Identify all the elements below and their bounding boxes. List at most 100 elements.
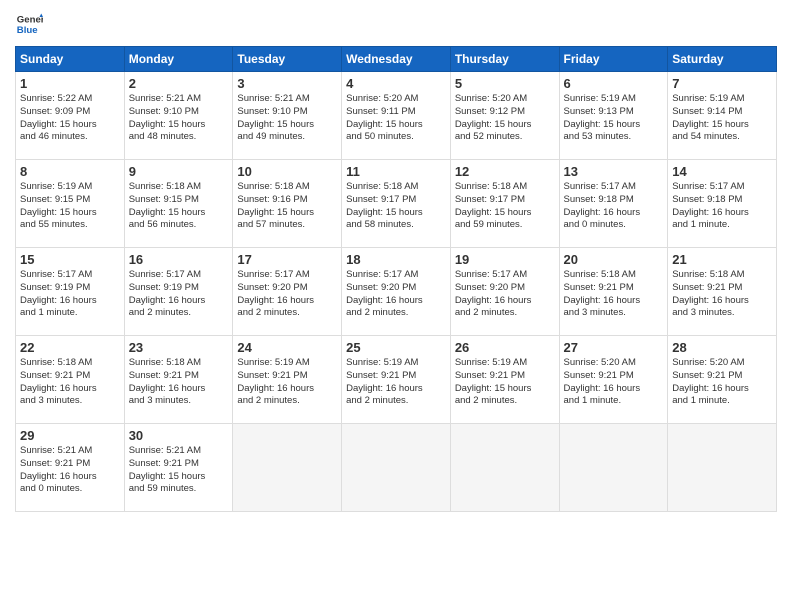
day-info: Sunrise: 5:18 AM Sunset: 9:21 PM Dayligh… [672,269,772,320]
day-number: 23 [129,340,229,355]
col-header-sunday: Sunday [16,47,125,72]
day-info: Sunrise: 5:18 AM Sunset: 9:17 PM Dayligh… [346,181,446,232]
day-number: 24 [237,340,337,355]
calendar-cell: 18 Sunrise: 5:17 AM Sunset: 9:20 PM Dayli… [342,248,451,336]
calendar-cell [342,424,451,512]
day-number: 22 [20,340,120,355]
day-number: 15 [20,252,120,267]
day-number: 17 [237,252,337,267]
calendar-cell: 21 Sunrise: 5:18 AM Sunset: 9:21 PM Dayli… [668,248,777,336]
day-info: Sunrise: 5:17 AM Sunset: 9:20 PM Dayligh… [237,269,337,320]
day-info: Sunrise: 5:20 AM Sunset: 9:11 PM Dayligh… [346,93,446,144]
day-number: 11 [346,164,446,179]
calendar-cell: 12 Sunrise: 5:18 AM Sunset: 9:17 PM Dayli… [450,160,559,248]
calendar-cell: 25 Sunrise: 5:19 AM Sunset: 9:21 PM Dayli… [342,336,451,424]
day-number: 14 [672,164,772,179]
day-info: Sunrise: 5:21 AM Sunset: 9:10 PM Dayligh… [237,93,337,144]
calendar-cell: 23 Sunrise: 5:18 AM Sunset: 9:21 PM Dayli… [124,336,233,424]
day-info: Sunrise: 5:17 AM Sunset: 9:18 PM Dayligh… [672,181,772,232]
calendar-cell: 9 Sunrise: 5:18 AM Sunset: 9:15 PM Daylig… [124,160,233,248]
calendar-cell: 5 Sunrise: 5:20 AM Sunset: 9:12 PM Daylig… [450,72,559,160]
day-number: 19 [455,252,555,267]
day-info: Sunrise: 5:19 AM Sunset: 9:21 PM Dayligh… [237,357,337,408]
day-number: 16 [129,252,229,267]
col-header-thursday: Thursday [450,47,559,72]
calendar-cell: 14 Sunrise: 5:17 AM Sunset: 9:18 PM Dayli… [668,160,777,248]
day-number: 29 [20,428,120,443]
day-info: Sunrise: 5:22 AM Sunset: 9:09 PM Dayligh… [20,93,120,144]
day-info: Sunrise: 5:18 AM Sunset: 9:17 PM Dayligh… [455,181,555,232]
calendar-cell: 1 Sunrise: 5:22 AM Sunset: 9:09 PM Daylig… [16,72,125,160]
svg-text:General: General [17,14,43,25]
day-number: 12 [455,164,555,179]
calendar-cell: 16 Sunrise: 5:17 AM Sunset: 9:19 PM Dayli… [124,248,233,336]
day-number: 21 [672,252,772,267]
col-header-friday: Friday [559,47,668,72]
day-info: Sunrise: 5:17 AM Sunset: 9:20 PM Dayligh… [346,269,446,320]
day-number: 13 [564,164,664,179]
calendar-cell [559,424,668,512]
calendar-cell: 3 Sunrise: 5:21 AM Sunset: 9:10 PM Daylig… [233,72,342,160]
day-info: Sunrise: 5:17 AM Sunset: 9:19 PM Dayligh… [129,269,229,320]
calendar-row-3: 15 Sunrise: 5:17 AM Sunset: 9:19 PM Dayli… [16,248,777,336]
day-info: Sunrise: 5:17 AM Sunset: 9:19 PM Dayligh… [20,269,120,320]
day-info: Sunrise: 5:18 AM Sunset: 9:16 PM Dayligh… [237,181,337,232]
logo-icon: General Blue [15,10,43,38]
day-number: 6 [564,76,664,91]
day-number: 3 [237,76,337,91]
calendar-cell [450,424,559,512]
day-info: Sunrise: 5:18 AM Sunset: 9:21 PM Dayligh… [564,269,664,320]
calendar-cell [668,424,777,512]
day-info: Sunrise: 5:21 AM Sunset: 9:21 PM Dayligh… [129,445,229,496]
day-number: 1 [20,76,120,91]
day-number: 20 [564,252,664,267]
calendar-cell: 29 Sunrise: 5:21 AM Sunset: 9:21 PM Dayli… [16,424,125,512]
day-info: Sunrise: 5:21 AM Sunset: 9:10 PM Dayligh… [129,93,229,144]
day-number: 28 [672,340,772,355]
day-info: Sunrise: 5:17 AM Sunset: 9:18 PM Dayligh… [564,181,664,232]
col-header-tuesday: Tuesday [233,47,342,72]
calendar-cell: 6Sunrise: 5:19 AM Sunset: 9:13 PM Daylig… [559,72,668,160]
calendar-cell: 26 Sunrise: 5:19 AM Sunset: 9:21 PM Dayli… [450,336,559,424]
day-number: 18 [346,252,446,267]
day-info: Sunrise: 5:18 AM Sunset: 9:21 PM Dayligh… [129,357,229,408]
col-header-wednesday: Wednesday [342,47,451,72]
col-header-saturday: Saturday [668,47,777,72]
day-number: 25 [346,340,446,355]
calendar-cell: 24 Sunrise: 5:19 AM Sunset: 9:21 PM Dayli… [233,336,342,424]
calendar-cell: 30 Sunrise: 5:21 AM Sunset: 9:21 PM Dayli… [124,424,233,512]
calendar-cell: 19Sunrise: 5:17 AM Sunset: 9:20 PM Dayli… [450,248,559,336]
day-number: 26 [455,340,555,355]
day-info: Sunrise: 5:19 AM Sunset: 9:15 PM Dayligh… [20,181,120,232]
day-info: Sunrise: 5:19 AM Sunset: 9:14 PM Dayligh… [672,93,772,144]
calendar-cell: 20 Sunrise: 5:18 AM Sunset: 9:21 PM Dayli… [559,248,668,336]
day-info: Sunrise: 5:20 AM Sunset: 9:21 PM Dayligh… [564,357,664,408]
day-number: 5 [455,76,555,91]
day-info: Sunrise: 5:18 AM Sunset: 9:15 PM Dayligh… [129,181,229,232]
day-info: Sunrise: 5:20 AM Sunset: 9:21 PM Dayligh… [672,357,772,408]
calendar-row-4: 22 Sunrise: 5:18 AM Sunset: 9:21 PM Dayli… [16,336,777,424]
calendar-row-1: 1 Sunrise: 5:22 AM Sunset: 9:09 PM Daylig… [16,72,777,160]
calendar-cell: 27Sunrise: 5:20 AM Sunset: 9:21 PM Dayli… [559,336,668,424]
day-number: 9 [129,164,229,179]
calendar-row-2: 8 Sunrise: 5:19 AM Sunset: 9:15 PM Daylig… [16,160,777,248]
day-number: 8 [20,164,120,179]
calendar-cell: 7Sunrise: 5:19 AM Sunset: 9:14 PM Daylig… [668,72,777,160]
calendar-cell: 22 Sunrise: 5:18 AM Sunset: 9:21 PM Dayli… [16,336,125,424]
calendar-cell: 28 Sunrise: 5:20 AM Sunset: 9:21 PM Dayli… [668,336,777,424]
day-info: Sunrise: 5:20 AM Sunset: 9:12 PM Dayligh… [455,93,555,144]
day-number: 30 [129,428,229,443]
calendar-body: 1 Sunrise: 5:22 AM Sunset: 9:09 PM Daylig… [16,72,777,512]
day-info: Sunrise: 5:19 AM Sunset: 9:21 PM Dayligh… [455,357,555,408]
calendar: SundayMondayTuesdayWednesdayThursdayFrid… [15,46,777,512]
day-info: Sunrise: 5:18 AM Sunset: 9:21 PM Dayligh… [20,357,120,408]
calendar-cell: 13 Sunrise: 5:17 AM Sunset: 9:18 PM Dayli… [559,160,668,248]
day-info: Sunrise: 5:21 AM Sunset: 9:21 PM Dayligh… [20,445,120,496]
col-header-monday: Monday [124,47,233,72]
logo: General Blue [15,10,43,38]
calendar-cell: 15 Sunrise: 5:17 AM Sunset: 9:19 PM Dayli… [16,248,125,336]
column-headers: SundayMondayTuesdayWednesdayThursdayFrid… [16,47,777,72]
day-info: Sunrise: 5:19 AM Sunset: 9:21 PM Dayligh… [346,357,446,408]
calendar-cell: 4Sunrise: 5:20 AM Sunset: 9:11 PM Daylig… [342,72,451,160]
calendar-cell: 17 Sunrise: 5:17 AM Sunset: 9:20 PM Dayli… [233,248,342,336]
